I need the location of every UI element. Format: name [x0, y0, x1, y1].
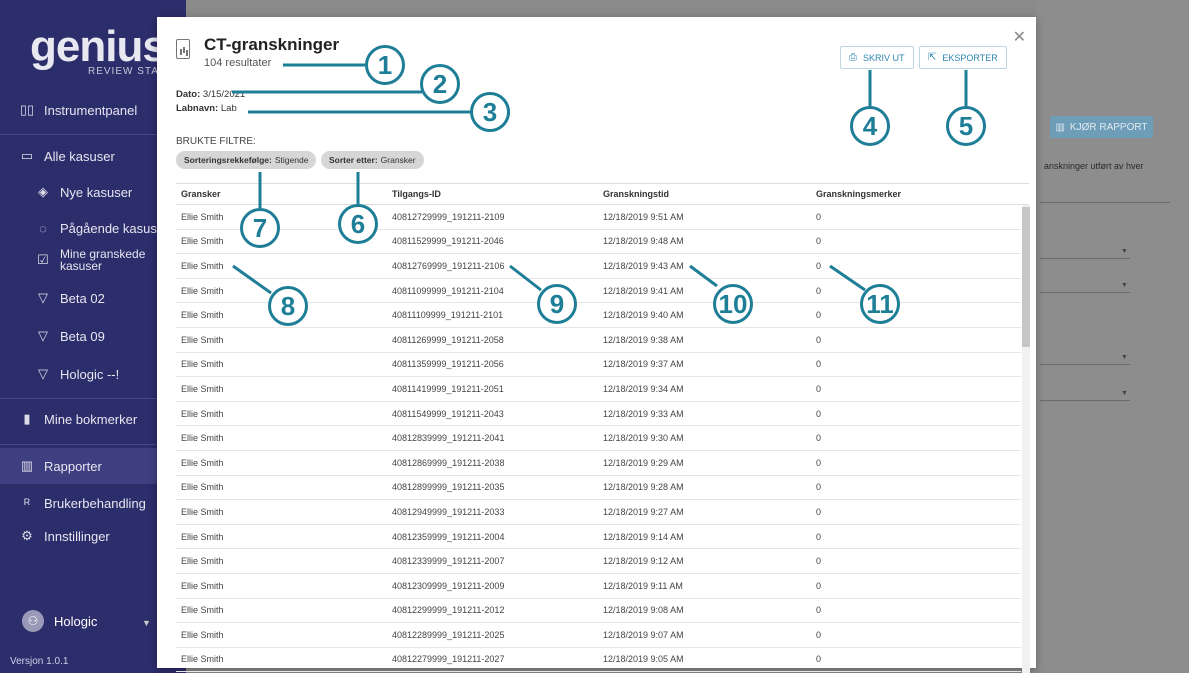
callout-9: 9 — [537, 284, 577, 324]
callout-7: 7 — [240, 208, 280, 248]
callout-lines — [232, 63, 968, 295]
callout-10: 10 — [713, 284, 753, 324]
callout-11: 11 — [860, 284, 900, 324]
callout-2: 2 — [420, 64, 460, 104]
callout-4: 4 — [850, 106, 890, 146]
callout-5: 5 — [946, 106, 986, 146]
callout-1: 1 — [365, 45, 405, 85]
callout-3: 3 — [470, 92, 510, 132]
callout-6: 6 — [338, 204, 378, 244]
callout-8: 8 — [268, 286, 308, 326]
